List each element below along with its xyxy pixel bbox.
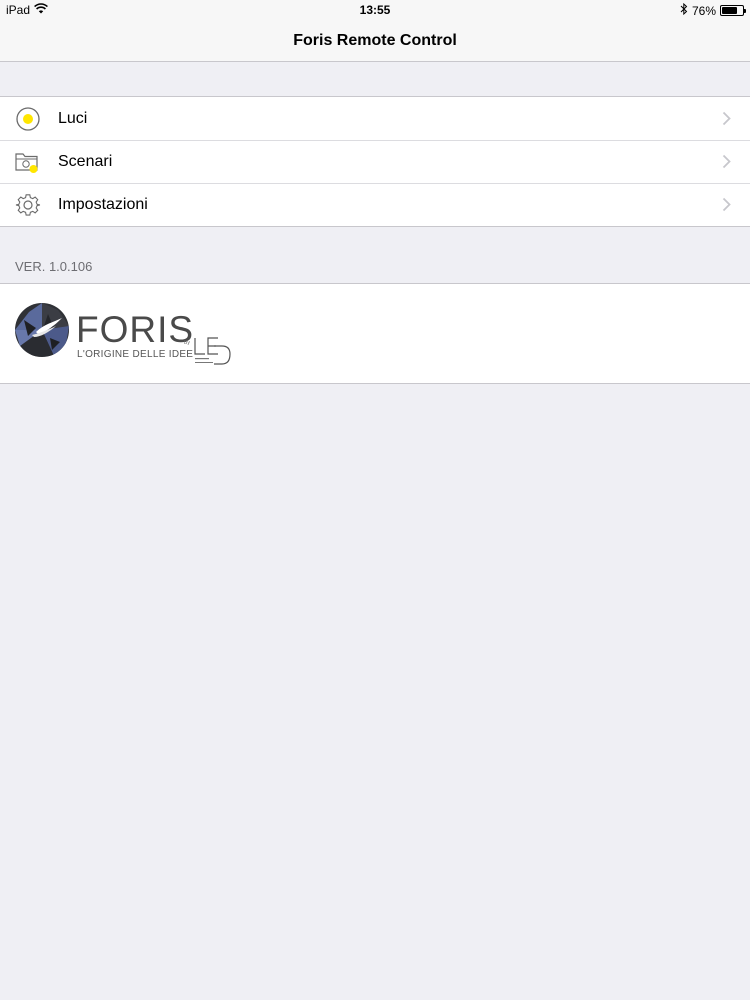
menu-item-label: Impostazioni [58,195,148,213]
battery-icon [720,5,746,16]
battery-percent: 76% [691,3,716,18]
menu-item-luci[interactable]: Luci [0,97,750,140]
status-time: 13:55 [359,3,391,17]
chevron-right-icon [716,154,736,169]
logo-panel: FORIS L'ORIGINE DELLE IDEE By [0,283,750,384]
led-logo-icon [192,332,234,373]
light-bulb-icon [14,105,42,133]
main-menu: Luci Scenari Impostazioni [0,96,750,227]
menu-item-impostazioni[interactable]: Impostazioni [0,183,750,226]
chevron-right-icon [716,111,736,126]
bluetooth-icon [680,2,688,18]
top-bar: iPad 13:55 76% Foris Remote Control [0,0,750,62]
menu-item-label: Luci [58,109,88,127]
foris-logo: FORIS L'ORIGINE DELLE IDEE By [14,302,254,372]
status-right: 76% [680,2,746,18]
menu-item-label: Scenari [58,152,113,170]
screen: iPad 13:55 76% Foris Remote Control Luci… [0,0,750,1000]
status-bar: iPad 13:55 76% [0,0,750,20]
logo-tagline: L'ORIGINE DELLE IDEE [77,349,194,360]
foris-emblem-icon [14,302,70,363]
battery-fill [722,7,738,14]
page-title: Foris Remote Control [293,32,457,49]
scene-folder-icon [14,148,42,176]
version-label: VER. 1.0.106 [15,259,93,274]
logo-by-text: By [184,340,190,346]
logo-brand-text: FORIS [76,309,195,350]
chevron-right-icon [716,197,736,212]
gear-icon [14,191,42,219]
menu-item-scenari[interactable]: Scenari [0,140,750,183]
